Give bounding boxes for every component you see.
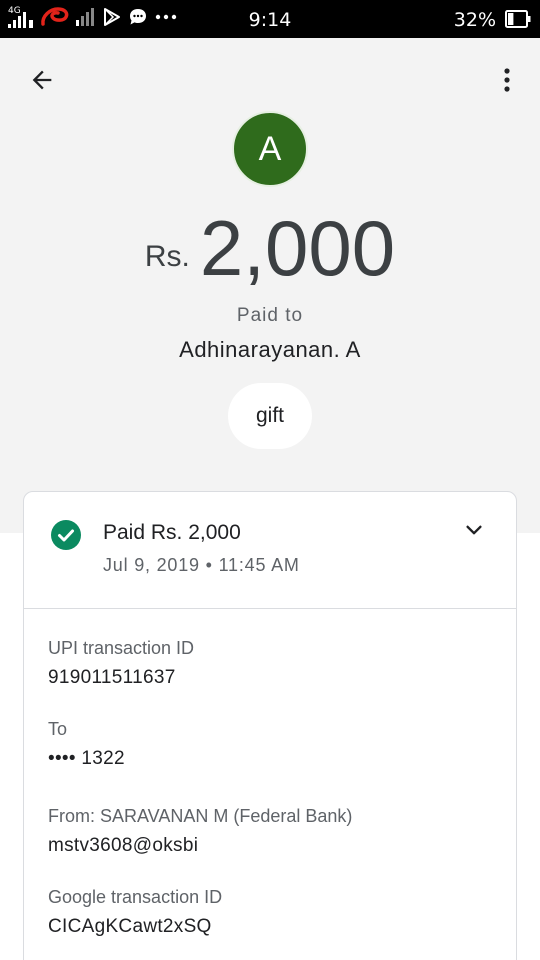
arrow-back-icon (28, 66, 56, 99)
google-transaction-id-value: CICAgKCawt2xSQ (48, 916, 212, 937)
to-label: To (48, 719, 68, 739)
paid-to-label: Paid to (236, 305, 304, 326)
from-label: From: SARAVANAN M (Federal Bank) (48, 806, 353, 826)
more-vert-icon (503, 67, 511, 98)
status-bar: 4G 9:14 32% (0, 0, 540, 38)
payment-note: gift (228, 383, 312, 449)
google-transaction-id-label: Google transaction ID (48, 887, 223, 907)
payment-note-text: gift (255, 404, 284, 427)
expand-button[interactable] (460, 518, 488, 546)
transaction-summary[interactable]: Paid Rs. 2,000 Jul 9, 2019 • 11:45 AM (24, 492, 516, 609)
battery-icon (505, 10, 531, 33)
battery-percent: 32% (453, 9, 496, 31)
more-options-button[interactable] (492, 62, 522, 102)
payee-name: Adhinarayanan. A (179, 337, 361, 362)
amount-value: 2,000 (199, 204, 396, 292)
check-circle-icon (51, 520, 81, 550)
transaction-details-card: Paid Rs. 2,000 Jul 9, 2019 • 11:45 AM UP… (23, 491, 517, 960)
back-button[interactable] (22, 62, 62, 102)
to-account-value: •••• 1322 (48, 748, 125, 769)
chevron-down-icon (463, 519, 485, 546)
upi-transaction-id-value: 919011511637 (48, 667, 176, 688)
battery-fill (508, 13, 514, 25)
avatar-initial: A (258, 129, 282, 168)
summary-datetime: Jul 9, 2019 • 11:45 AM (103, 555, 300, 575)
payee-avatar: A (232, 111, 308, 187)
from-account-value: mstv3608@oksbi (48, 835, 199, 856)
currency-label: Rs. (144, 240, 190, 273)
summary-title: Paid Rs. 2,000 (103, 521, 241, 544)
amount-display: Rs. 2,000 (0, 200, 540, 296)
upi-transaction-id-label: UPI transaction ID (48, 638, 195, 658)
